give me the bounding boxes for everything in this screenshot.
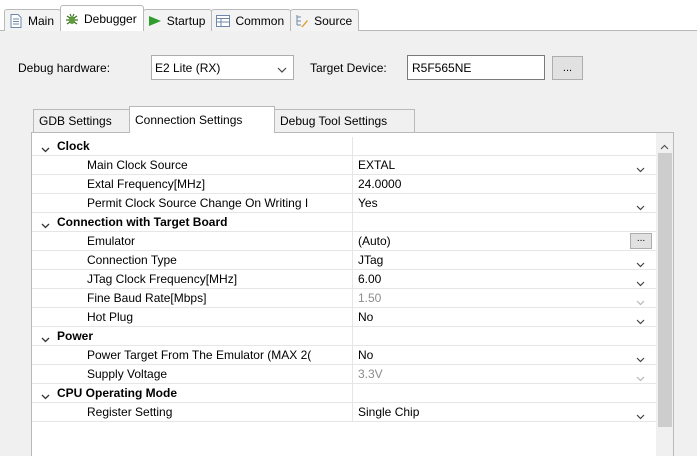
category-label: Clock bbox=[32, 137, 353, 156]
debug-hardware-value: E2 Lite (RX) bbox=[155, 60, 221, 75]
category-connection-with-target-board[interactable]: Connection with Target Board bbox=[32, 213, 656, 232]
chevron-down-icon bbox=[277, 63, 287, 77]
tab-label: Debugger bbox=[84, 11, 137, 26]
tab-main[interactable]: Main bbox=[4, 9, 62, 31]
property-value[interactable]: Yes bbox=[358, 194, 628, 213]
property-name: JTag Clock Frequency[MHz] bbox=[32, 270, 353, 289]
chevron-down-icon[interactable] bbox=[636, 162, 645, 176]
tab-label: Connection Settings bbox=[135, 113, 243, 127]
property-value: 3.3V bbox=[358, 367, 383, 381]
property-name: Main Clock Source bbox=[32, 156, 353, 175]
tab-connection-settings[interactable]: Connection Settings bbox=[129, 106, 275, 133]
property-row[interactable]: JTag Clock Frequency[MHz] 6.00 bbox=[32, 270, 656, 289]
tab-label: GDB Settings bbox=[39, 114, 112, 128]
property-row: Supply Voltage 3.3V bbox=[32, 365, 656, 384]
property-row[interactable]: Extal Frequency[MHz] 24.0000 bbox=[32, 175, 656, 194]
property-value: 1.50 bbox=[358, 291, 382, 305]
property-name: Hot Plug bbox=[32, 308, 353, 327]
launch-config-tabs: Main Debugger Startup Common Source bbox=[4, 0, 360, 31]
category-label: CPU Operating Mode bbox=[32, 384, 353, 403]
chevron-up-icon[interactable] bbox=[660, 139, 669, 153]
property-value[interactable]: JTag bbox=[358, 251, 628, 270]
category-label: Power bbox=[32, 327, 353, 346]
property-name: Power Target From The Emulator (MAX 2( bbox=[32, 346, 353, 365]
tab-label: Startup bbox=[166, 13, 206, 28]
chevron-down-icon[interactable] bbox=[636, 257, 645, 271]
chevron-down-icon[interactable] bbox=[636, 409, 645, 423]
debug-hardware-label: Debug hardware: bbox=[18, 61, 111, 75]
target-device-browse-button[interactable]: ... bbox=[552, 56, 583, 80]
tab-debugger[interactable]: Debugger bbox=[60, 5, 144, 31]
target-device-value: R5F565NE bbox=[412, 60, 472, 75]
debug-hardware-select[interactable]: E2 Lite (RX) bbox=[151, 55, 294, 80]
scrollbar-thumb[interactable] bbox=[658, 153, 672, 427]
vertical-scrollbar[interactable] bbox=[656, 133, 673, 456]
chevron-down-icon[interactable] bbox=[636, 314, 645, 328]
chevron-down-icon bbox=[636, 295, 645, 309]
property-row[interactable]: Power Target From The Emulator (MAX 2( N… bbox=[32, 346, 656, 365]
category-cpu-operating-mode[interactable]: CPU Operating Mode bbox=[32, 384, 656, 403]
property-row[interactable]: Main Clock Source EXTAL bbox=[32, 156, 656, 175]
chevron-down-icon[interactable] bbox=[636, 352, 645, 366]
property-value[interactable]: 6.00 bbox=[358, 270, 628, 289]
emulator-browse-button[interactable]: ... bbox=[630, 233, 652, 249]
property-name: Register Setting bbox=[32, 403, 353, 422]
property-value[interactable]: EXTAL bbox=[358, 156, 628, 175]
play-arrow-icon bbox=[148, 14, 162, 28]
property-value[interactable]: No bbox=[358, 308, 628, 327]
browse-button-label: ... bbox=[562, 62, 573, 74]
tab-source[interactable]: Source bbox=[290, 9, 360, 31]
property-row: Fine Baud Rate[Mbps] 1.50 bbox=[32, 289, 656, 308]
connection-settings-table: Clock Main Clock Source EXTAL Extal Freq… bbox=[31, 132, 674, 456]
source-lookup-icon bbox=[295, 14, 309, 28]
tab-common[interactable]: Common bbox=[211, 9, 292, 31]
property-name: Fine Baud Rate[Mbps] bbox=[32, 289, 353, 308]
property-value[interactable]: (Auto) bbox=[358, 232, 628, 251]
property-value[interactable]: 24.0000 bbox=[358, 175, 628, 194]
tab-label: Source bbox=[314, 13, 353, 28]
property-value[interactable]: Single Chip bbox=[358, 403, 628, 422]
tab-label: Common bbox=[235, 13, 285, 28]
table-icon bbox=[216, 14, 231, 28]
property-name: Supply Voltage bbox=[32, 365, 353, 384]
property-row[interactable]: Connection Type JTag bbox=[32, 251, 656, 270]
chevron-down-icon bbox=[636, 371, 645, 385]
property-name: Permit Clock Source Change On Writing I bbox=[32, 194, 353, 213]
property-name: Extal Frequency[MHz] bbox=[32, 175, 353, 194]
category-label: Connection with Target Board bbox=[32, 213, 353, 232]
document-icon bbox=[9, 13, 23, 28]
category-power[interactable]: Power bbox=[32, 327, 656, 346]
tab-debug-tool-settings[interactable]: Debug Tool Settings bbox=[274, 109, 415, 132]
tab-startup[interactable]: Startup bbox=[142, 9, 213, 31]
target-device-label: Target Device: bbox=[310, 61, 387, 75]
property-row[interactable]: Permit Clock Source Change On Writing I … bbox=[32, 194, 656, 213]
tab-label: Debug Tool Settings bbox=[280, 114, 388, 128]
property-value[interactable]: No bbox=[358, 346, 628, 365]
property-row[interactable]: Hot Plug No bbox=[32, 308, 656, 327]
tab-gdb-settings[interactable]: GDB Settings bbox=[33, 109, 130, 132]
property-name: Connection Type bbox=[32, 251, 353, 270]
target-device-input[interactable]: R5F565NE bbox=[407, 55, 545, 80]
property-row[interactable]: Emulator (Auto) ... bbox=[32, 232, 656, 251]
category-clock[interactable]: Clock bbox=[32, 137, 656, 156]
property-name: Emulator bbox=[32, 232, 353, 251]
chevron-down-icon[interactable] bbox=[636, 276, 645, 290]
chevron-down-icon[interactable] bbox=[636, 200, 645, 214]
bug-icon bbox=[65, 12, 79, 26]
property-row[interactable]: Register Setting Single Chip bbox=[32, 403, 656, 422]
tab-label: Main bbox=[28, 13, 55, 28]
